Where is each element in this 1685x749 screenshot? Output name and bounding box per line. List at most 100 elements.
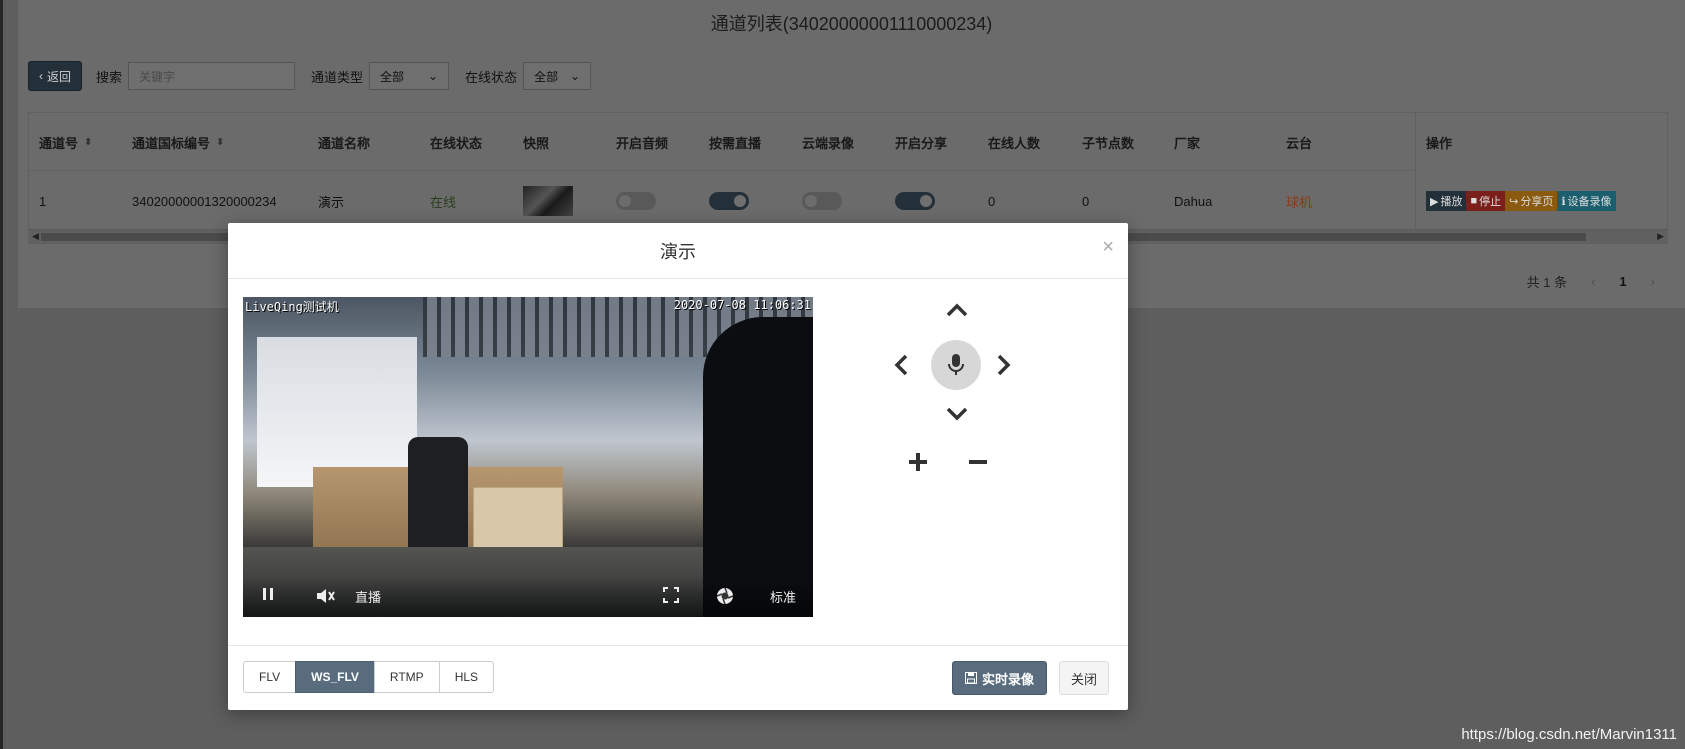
prev-page-button[interactable]: ‹ [1591,274,1595,289]
header-gb-id[interactable]: 通道国标编号 ⬍ [122,113,224,171]
live-record-button[interactable]: 实时录像 [952,661,1048,695]
chevron-up-icon[interactable] [945,300,969,322]
online-status-value: 全部 [534,69,559,84]
search-input[interactable]: 关键字 [128,62,296,90]
operations-buttons: ▶ 播放 ■ 停止 ↪ 分享页 ℹ 设备录像 [1426,172,1616,230]
header-online-status: 在线状态 [430,135,483,151]
watermark: https://blog.csdn.net/Marvin1311 [1461,726,1677,743]
video-frame-foreground [703,317,813,617]
zoom-in-icon[interactable] [907,450,929,478]
cell-gb-id: 34020000001320000234 [132,193,277,209]
format-ws-flv-button[interactable]: WS_FLV [295,661,375,693]
mute-icon[interactable] [315,587,335,605]
format-hls-button[interactable]: HLS [438,661,495,693]
video-player[interactable]: LiveQing测试机 2020-07-08 11:06:31 直播 标准 [243,297,813,617]
scroll-left-icon[interactable]: ◀ [32,231,39,242]
cell-snapshot[interactable] [513,172,573,230]
cell-vendor: Dahua [1174,193,1213,209]
cell-ptz-type: 球机 [1286,194,1313,210]
chevron-down-icon[interactable] [945,404,969,426]
quality-button[interactable]: 标准 [770,587,796,606]
save-icon [965,672,977,684]
microphone-icon [948,354,964,375]
channel-type-label: 通道类型 [311,69,364,85]
header-cloud-record: 云端录像 [802,135,855,151]
device-record-button[interactable]: ℹ 设备录像 [1557,191,1616,211]
cell-share [885,172,935,230]
header-snapshot: 快照 [523,135,550,151]
cell-online-status: 在线 [430,194,457,210]
share-toggle[interactable] [895,192,935,210]
snapshot-thumbnail[interactable] [523,186,573,216]
modal-footer: FLV WS_FLV RTMP HLS 实时录像 关闭 [228,645,1128,710]
close-button[interactable]: 关闭 [1059,661,1110,695]
info-icon: ℹ [1561,195,1566,208]
modal-body: LiveQing测试机 2020-07-08 11:06:31 直播 标准 [228,280,1128,668]
cloud-record-toggle[interactable] [802,192,842,210]
play-modal: 演示 × LiveQing测试机 2020-07-08 11:06:31 直播 [228,223,1128,710]
video-osd-timestamp: 2020-07-08 11:06:31 [673,298,811,312]
header-vendor: 厂家 [1174,135,1201,151]
zoom-out-icon[interactable] [967,450,989,478]
chevron-right-icon[interactable] [996,353,1012,381]
video-frame-window [257,337,417,487]
header-label: 通道号 [39,135,79,151]
play-icon: ▶ [1430,195,1439,208]
format-flv-button[interactable]: FLV [243,661,297,693]
device-record-label: 设备录像 [1567,196,1612,208]
header-online-count: 在线人数 [988,135,1041,151]
microphone-button[interactable] [931,340,981,390]
online-status-select[interactable]: 全部 ⌄ [523,62,592,90]
header-share: 开启分享 [895,135,948,151]
fullscreen-icon[interactable] [663,587,679,603]
chevron-left-icon: ‹ [39,69,43,83]
stop-button[interactable]: ■ 停止 [1466,191,1506,211]
scroll-right-icon[interactable]: ▶ [1657,231,1664,242]
share-icon: ↪ [1509,195,1519,208]
video-frame-chair [408,437,468,557]
share-page-button[interactable]: ↪ 分享页 [1505,191,1558,211]
snapshot-aperture-icon[interactable] [716,587,734,605]
modal-title: 演示 [660,241,696,262]
page-title: 通道列表(34020000001110000234) [710,14,993,34]
format-rtmp-button[interactable]: RTMP [373,661,440,693]
sort-icon: ⬍ [84,136,93,148]
back-button-label: 返回 [47,69,72,84]
player-controls: 直播 标准 [243,577,813,617]
header-channel-name: 通道名称 [318,135,371,151]
toolbar: ‹ 返回 搜索 关键字 通道类型 全部 ⌄ 在线状态 全部 ⌄ [28,60,601,92]
pause-icon[interactable] [261,587,275,601]
header-ptz: 云台 [1286,135,1313,151]
channel-type-select[interactable]: 全部 ⌄ [369,62,450,90]
stop-label: 停止 [1479,196,1502,208]
header-label: 通道国标编号 [132,135,211,151]
live-label: 直播 [355,590,382,605]
cell-channel-name: 演示 [318,194,345,210]
modal-header: 演示 × [228,223,1128,279]
ptz-control-panel [878,300,1038,500]
header-on-demand: 按需直播 [709,135,762,151]
chevron-left-icon[interactable] [893,353,909,381]
play-button[interactable]: ▶ 播放 [1426,191,1467,211]
cell-online-count: 0 [988,193,996,209]
live-record-label: 实时录像 [982,671,1035,687]
on-demand-toggle[interactable] [709,192,749,210]
stream-format-group: FLV WS_FLV RTMP HLS [243,661,495,693]
share-label: 分享页 [1520,196,1554,208]
play-label: 播放 [1440,196,1463,208]
operations-column: 操作 ▶ 播放 ■ 停止 ↪ 分享页 ℹ 设备录像 [1415,113,1667,230]
header-channel-no[interactable]: 通道号 ⬍ [29,113,92,171]
back-button[interactable]: ‹ 返回 [28,61,83,91]
close-icon[interactable]: × [1102,237,1114,257]
cell-on-demand [699,172,749,230]
cell-cloud-record [792,172,842,230]
search-placeholder: 关键字 [139,69,176,84]
current-page[interactable]: 1 [1619,274,1626,289]
chevron-down-icon: ⌄ [570,69,581,83]
audio-toggle[interactable] [616,192,656,210]
cell-child-count: 0 [1082,193,1090,209]
next-page-button[interactable]: › [1651,274,1655,289]
stop-icon: ■ [1470,195,1478,207]
header-operations: 操作 [1426,135,1453,151]
channel-type-value: 全部 [380,69,405,84]
